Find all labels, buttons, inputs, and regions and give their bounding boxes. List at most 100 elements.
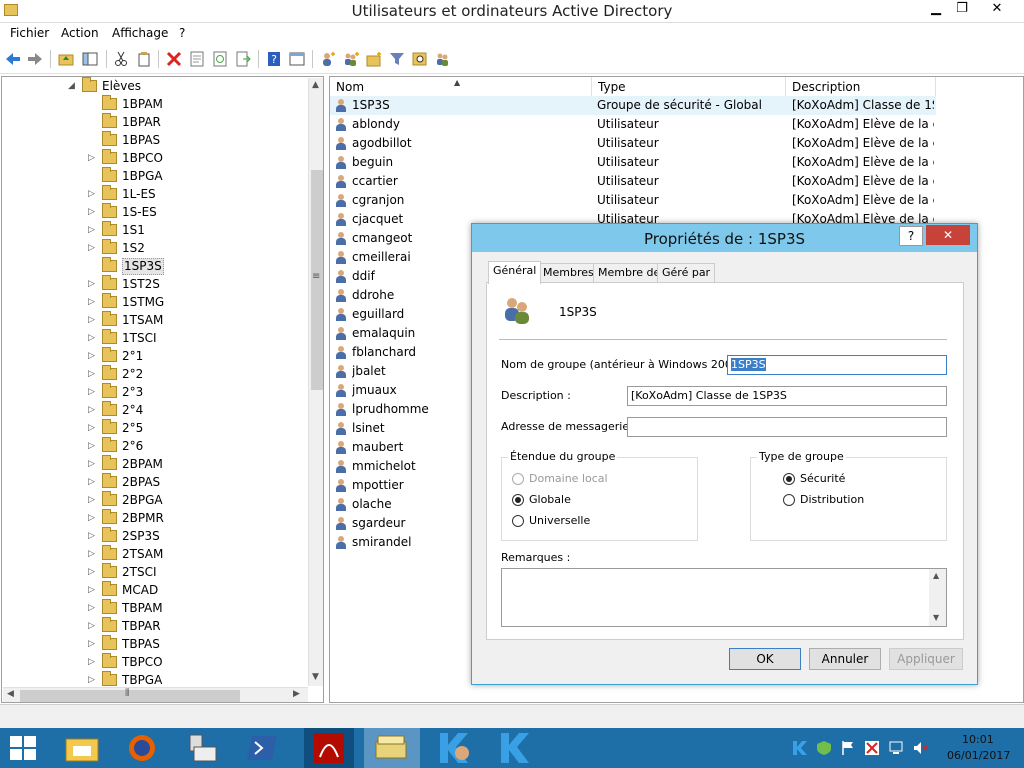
scroll-left-arrow-icon[interactable]: ◀ [7, 689, 14, 699]
expand-arrow-icon[interactable]: ▷ [88, 221, 98, 239]
tree-horizontal-scrollbar[interactable]: ◀ ⦀ ▶ [3, 687, 308, 702]
collapse-arrow-icon[interactable]: ◢ [68, 77, 78, 95]
expand-arrow-icon[interactable]: ▷ [88, 329, 98, 347]
expand-arrow-icon[interactable]: ▷ [88, 617, 98, 635]
taskbar-firefox[interactable] [117, 728, 169, 768]
clock-date[interactable]: 06/01/2017 [947, 749, 1010, 762]
tab-membres[interactable]: Membres [538, 263, 599, 283]
new-user-icon[interactable] [320, 51, 336, 67]
taskbar-ad-users-computers[interactable] [364, 728, 420, 768]
delete-icon[interactable] [166, 51, 182, 67]
email-input[interactable] [627, 417, 947, 437]
maximize-button[interactable]: ❐ [948, 0, 976, 20]
taskbar-powershell[interactable] [239, 728, 285, 768]
ok-button[interactable]: OK [729, 648, 801, 670]
dialog-help-button[interactable]: ? [899, 226, 923, 246]
expand-arrow-icon[interactable]: ▷ [88, 635, 98, 653]
back-arrow-icon[interactable] [5, 51, 21, 67]
notes-textarea[interactable]: ▲ ▼ [501, 568, 947, 627]
expand-arrow-icon[interactable]: ▷ [88, 239, 98, 257]
dialog-close-button[interactable]: ✕ [926, 225, 970, 245]
radio-securite[interactable] [783, 473, 795, 485]
scroll-up-arrow-icon[interactable]: ▲ [933, 571, 939, 580]
list-row[interactable]: cgranjon Utilisateur [KoXoAdm] Elève de la… [330, 191, 936, 210]
expand-arrow-icon[interactable]: ▷ [88, 545, 98, 563]
export-list-icon[interactable] [235, 51, 251, 67]
expand-arrow-icon[interactable]: ▷ [88, 491, 98, 509]
taskbar-koxo-admin[interactable] [428, 728, 480, 768]
expand-arrow-icon[interactable]: ▷ [88, 365, 98, 383]
taskbar-server-manager[interactable] [178, 728, 230, 768]
list-row[interactable]: agodbillot Utilisateur [KoXoAdm] Elève de … [330, 134, 936, 153]
tray-flag-icon[interactable] [840, 740, 856, 756]
expand-arrow-icon[interactable]: ▷ [88, 473, 98, 491]
menu-help[interactable]: ? [179, 26, 185, 40]
expand-arrow-icon[interactable]: ▷ [88, 509, 98, 527]
up-folder-icon[interactable] [58, 51, 74, 67]
tray-network-icon[interactable] [888, 740, 904, 756]
column-header-type[interactable]: Type [592, 77, 786, 97]
expand-arrow-icon[interactable]: ▷ [88, 275, 98, 293]
menu-affichage[interactable]: Affichage [112, 26, 168, 40]
expand-arrow-icon[interactable]: ▷ [88, 347, 98, 365]
expand-arrow-icon[interactable]: ▷ [88, 437, 98, 455]
notes-scrollbar[interactable]: ▲ ▼ [929, 569, 946, 626]
apply-button[interactable]: Appliquer [889, 648, 963, 670]
expand-arrow-icon[interactable]: ▷ [88, 527, 98, 545]
expand-arrow-icon[interactable]: ▷ [88, 653, 98, 671]
scroll-down-arrow-icon[interactable]: ▼ [933, 613, 939, 622]
copy-icon[interactable] [136, 51, 152, 67]
radio-domaine-local[interactable] [512, 473, 524, 485]
list-row[interactable]: 1SP3S Groupe de sécurité - Global [KoXoAdm… [330, 96, 936, 115]
pre2000-name-input[interactable]: 1SP3S [727, 355, 947, 375]
list-row[interactable]: beguin Utilisateur [KoXoAdm] Elève de la c… [330, 153, 936, 172]
expand-arrow-icon[interactable]: ▷ [88, 311, 98, 329]
scroll-down-arrow-icon[interactable]: ▼ [312, 672, 319, 682]
expand-arrow-icon[interactable]: ▷ [88, 383, 98, 401]
expand-arrow-icon[interactable]: ▷ [88, 455, 98, 473]
taskbar-file-explorer[interactable] [56, 728, 108, 768]
expand-arrow-icon[interactable]: ▷ [88, 581, 98, 599]
tab-membre-de[interactable]: Membre de [593, 263, 666, 283]
description-input[interactable]: [KoXoAdm] Classe de 1SP3S [627, 386, 947, 406]
tray-antivirus-icon[interactable] [864, 740, 880, 756]
taskbar-koxo[interactable] [489, 728, 541, 768]
properties-icon[interactable] [189, 51, 205, 67]
expand-arrow-icon[interactable]: ▷ [88, 599, 98, 617]
column-header-name[interactable]: Nom ▲ [330, 77, 592, 97]
taskbar-acrobat[interactable] [304, 728, 354, 768]
tray-shield-icon[interactable] [816, 740, 832, 756]
new-ou-icon[interactable] [366, 51, 382, 67]
tree-vertical-scrollbar[interactable]: ▲ ≡ ▼ [308, 78, 323, 686]
list-row[interactable]: ccartier Utilisateur [KoXoAdm] Elève de la… [330, 172, 936, 191]
show-console-tree-icon[interactable] [82, 51, 98, 67]
start-button[interactable] [0, 728, 46, 768]
add-to-group-icon[interactable] [435, 51, 451, 67]
radio-universelle[interactable] [512, 515, 524, 527]
close-button[interactable]: ✕ [974, 0, 1020, 20]
expand-arrow-icon[interactable]: ▷ [88, 185, 98, 203]
scroll-right-arrow-icon[interactable]: ▶ [293, 689, 300, 699]
expand-arrow-icon[interactable]: ▷ [88, 419, 98, 437]
tab-general[interactable]: Général [488, 261, 542, 284]
scroll-up-arrow-icon[interactable]: ▲ [312, 80, 319, 90]
filter-icon[interactable] [389, 51, 405, 67]
expand-arrow-icon[interactable]: ▷ [88, 203, 98, 221]
column-header-description[interactable]: Description [786, 77, 936, 97]
forward-arrow-icon[interactable] [27, 51, 43, 67]
tab-gere-par[interactable]: Géré par [657, 263, 716, 283]
scroll-thumb-horizontal[interactable] [20, 690, 240, 702]
menu-action[interactable]: Action [61, 26, 99, 40]
menu-fichier[interactable]: Fichier [10, 26, 49, 40]
expand-arrow-icon[interactable]: ▷ [88, 293, 98, 311]
list-row[interactable]: ablondy Utilisateur [KoXoAdm] Elève de la … [330, 115, 936, 134]
cut-icon[interactable] [113, 51, 129, 67]
refresh-icon[interactable] [212, 51, 228, 67]
new-group-icon[interactable] [343, 51, 359, 67]
expand-arrow-icon[interactable]: ▷ [88, 563, 98, 581]
find-icon[interactable] [412, 51, 428, 67]
mmc-icon[interactable] [289, 51, 305, 67]
help-icon[interactable]: ? [266, 51, 282, 67]
radio-distribution[interactable] [783, 494, 795, 506]
cancel-button[interactable]: Annuler [809, 648, 881, 670]
